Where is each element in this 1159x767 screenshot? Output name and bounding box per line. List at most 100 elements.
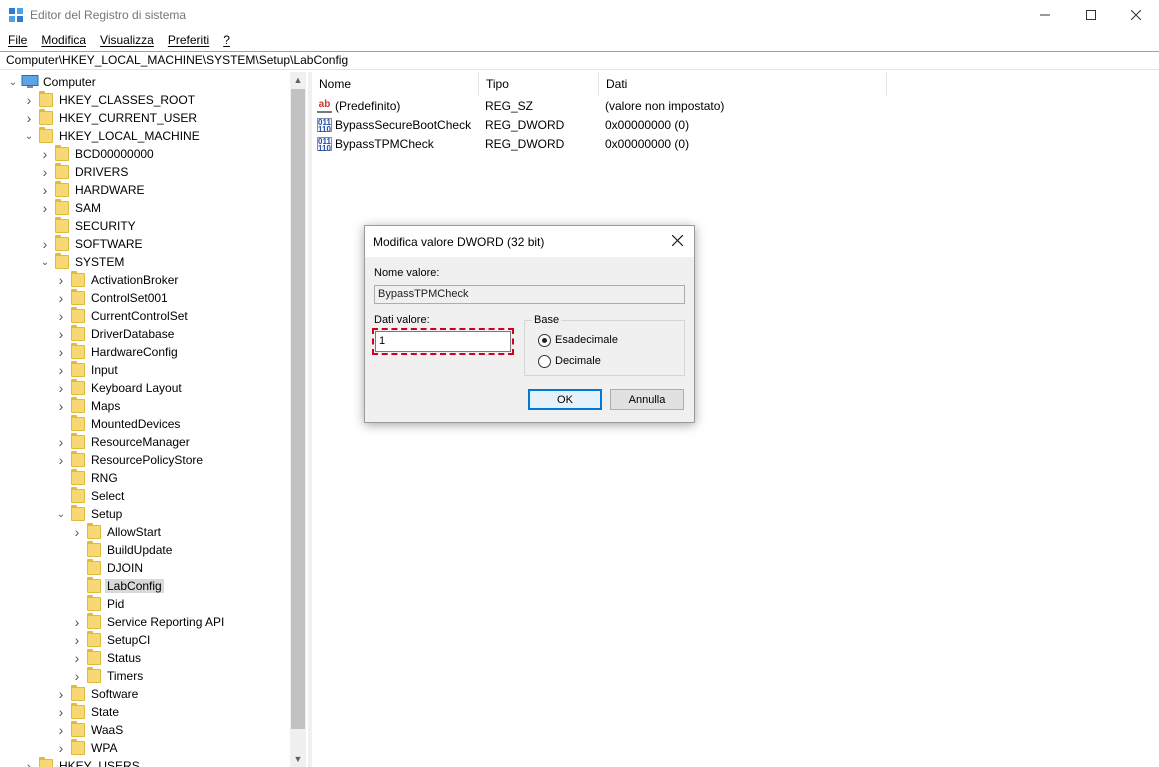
folder-icon (39, 91, 53, 107)
chevron-down-icon[interactable]: ⌄ (39, 253, 51, 271)
chevron-down-icon[interactable]: ⌄ (23, 127, 35, 145)
list-item[interactable]: ab (Predefinito) REG_SZ (valore non impo… (312, 97, 887, 116)
folder-icon (71, 307, 85, 323)
chevron-right-icon[interactable]: › (55, 721, 67, 739)
column-header-type[interactable]: Tipo (479, 72, 599, 96)
chevron-right-icon[interactable]: › (55, 343, 67, 361)
chevron-right-icon[interactable]: › (55, 361, 67, 379)
edit-dword-dialog: Modifica valore DWORD (32 bit) Nome valo… (364, 225, 695, 423)
tree-item-label: Software (91, 687, 139, 701)
ok-button[interactable]: OK (528, 389, 602, 410)
tree-item-label: RNG (91, 471, 118, 485)
minimize-icon (1040, 14, 1050, 16)
menu-modifica[interactable]: Modifica (41, 33, 86, 47)
tree-scrollbar[interactable]: ▲ ▼ (290, 72, 306, 767)
chevron-right-icon[interactable]: › (71, 523, 83, 541)
menu-file[interactable]: File (8, 33, 27, 47)
folder-icon (87, 577, 101, 593)
chevron-right-icon[interactable]: › (23, 757, 35, 767)
radio-unchecked-icon[interactable] (538, 354, 551, 368)
list-item[interactable]: 011 110 BypassSecureBootCheck REG_DWORD 0… (312, 116, 887, 135)
chevron-right-icon[interactable]: › (55, 433, 67, 451)
menu-preferiti[interactable]: Preferiti (168, 33, 209, 47)
chevron-right-icon[interactable]: › (39, 163, 51, 181)
minimize-button[interactable] (1022, 0, 1068, 30)
tree-item-label: HKEY_CLASSES_ROOT (59, 93, 196, 107)
maximize-button[interactable] (1068, 0, 1114, 30)
chevron-down-icon[interactable]: ⌄ (7, 73, 19, 91)
chevron-right-icon[interactable]: › (55, 307, 67, 325)
chevron-right-icon[interactable]: › (23, 91, 35, 109)
value-data-input[interactable]: 1 (372, 328, 514, 355)
tree-item-label: Setup (91, 507, 123, 521)
scroll-down-icon[interactable]: ▼ (290, 751, 306, 767)
chevron-right-icon[interactable]: › (55, 325, 67, 343)
tree-item-label: AllowStart (107, 525, 162, 539)
folder-icon (55, 235, 69, 251)
scroll-up-icon[interactable]: ▲ (290, 72, 306, 88)
chevron-right-icon[interactable]: › (71, 649, 83, 667)
tree-item-label: WPA (91, 741, 118, 755)
string-value-icon: ab (317, 99, 332, 113)
chevron-right-icon[interactable]: › (55, 397, 67, 415)
folder-icon (71, 685, 85, 701)
close-button[interactable] (1113, 0, 1159, 30)
chevron-right-icon[interactable]: › (39, 181, 51, 199)
chevron-right-icon[interactable]: › (55, 379, 67, 397)
folder-icon (71, 505, 85, 521)
chevron-right-icon[interactable]: › (39, 235, 51, 253)
value-data: 0x00000000 (0) (605, 118, 690, 132)
folder-icon (39, 757, 53, 767)
tree-item-label: HARDWARE (75, 183, 145, 197)
chevron-right-icon[interactable]: › (23, 109, 35, 127)
tree-item-label: ControlSet001 (91, 291, 168, 305)
tree-item-label: ActivationBroker (91, 273, 179, 287)
regedit-app-icon (9, 8, 23, 22)
radio-hexadecimal-label: Esadecimale (555, 334, 618, 346)
folder-icon (87, 667, 101, 683)
chevron-right-icon[interactable]: › (39, 199, 51, 217)
chevron-right-icon[interactable]: › (55, 703, 67, 721)
folder-icon (71, 739, 85, 755)
chevron-right-icon[interactable]: › (71, 631, 83, 649)
address-bar[interactable]: Computer\HKEY_LOCAL_MACHINE\SYSTEM\Setup… (0, 51, 1159, 70)
folder-icon (71, 433, 85, 449)
tree-item-label: ResourcePolicyStore (91, 453, 204, 467)
chevron-right-icon[interactable]: › (55, 271, 67, 289)
chevron-right-icon[interactable]: › (55, 451, 67, 469)
scroll-thumb[interactable] (291, 89, 305, 729)
menu-bar: File Modifica Visualizza Preferiti ? (0, 30, 1159, 50)
folder-icon (71, 451, 85, 467)
radio-checked-icon[interactable] (538, 333, 551, 347)
chevron-right-icon[interactable]: › (71, 667, 83, 685)
dialog-title: Modifica valore DWORD (32 bit) (373, 235, 545, 249)
radio-decimal[interactable]: Decimale (538, 353, 601, 369)
folder-icon (71, 379, 85, 395)
chevron-right-icon[interactable]: › (71, 613, 83, 631)
folder-icon (87, 559, 101, 575)
tree-item-label: DJOIN (107, 561, 143, 575)
list-item[interactable]: 011 110 BypassTPMCheck REG_DWORD 0x000000… (312, 135, 887, 154)
chevron-right-icon[interactable]: › (55, 739, 67, 757)
dialog-close-icon[interactable] (668, 231, 686, 249)
chevron-right-icon[interactable]: › (55, 685, 67, 703)
value-type: REG_DWORD (485, 118, 565, 132)
column-header-data[interactable]: Dati (599, 72, 887, 96)
menu-visualizza[interactable]: Visualizza (100, 33, 154, 47)
cancel-button[interactable]: Annulla (610, 389, 684, 410)
tree-item-label: HKEY_USERS (59, 759, 140, 767)
binary-value-icon: 011 110 (317, 137, 332, 153)
folder-icon (87, 595, 101, 611)
chevron-down-icon[interactable]: ⌄ (55, 505, 67, 523)
tree-item-label: Select (91, 489, 125, 503)
value-data-label: Dati valore: (374, 314, 430, 326)
radio-hexadecimal[interactable]: Esadecimale (538, 332, 618, 348)
chevron-right-icon[interactable]: › (55, 289, 67, 307)
folder-icon (87, 541, 101, 557)
menu-help[interactable]: ? (223, 33, 230, 47)
column-header-name[interactable]: Nome (312, 72, 479, 96)
registry-tree[interactable]: ⌄ Computer › HKEY_CLASSES_ROOT › HKEY_CURRE… (0, 72, 306, 767)
folder-icon (71, 271, 85, 287)
close-icon (1131, 10, 1141, 20)
chevron-right-icon[interactable]: › (39, 145, 51, 163)
